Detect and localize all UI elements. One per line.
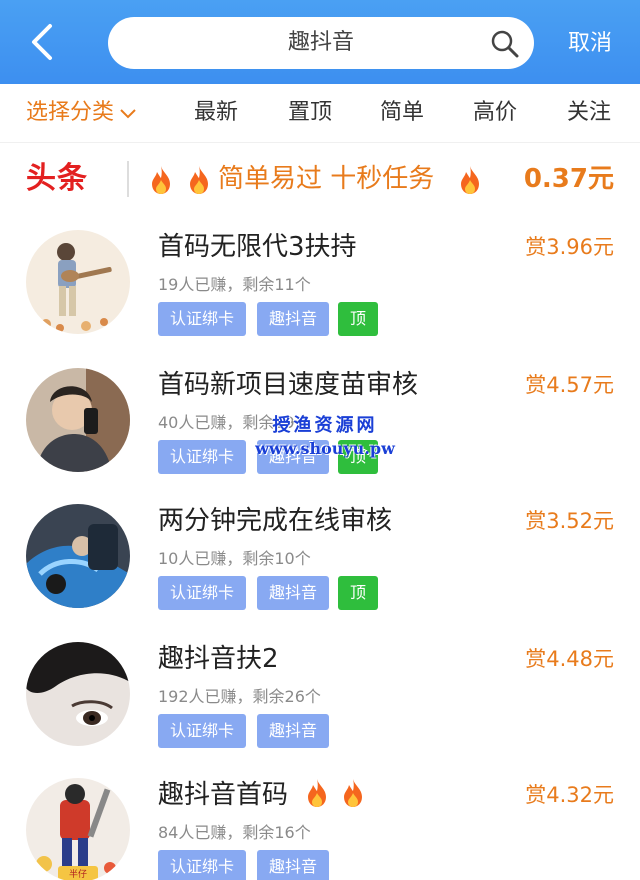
task-stats: 19人已赚，剩余11个 bbox=[158, 275, 311, 294]
fire-icon bbox=[461, 166, 479, 194]
back-arrow-icon[interactable] bbox=[24, 20, 64, 64]
tab-label: 选择分类 bbox=[26, 100, 115, 125]
tab-simple[interactable]: 简单 bbox=[380, 84, 424, 142]
pin-badge: 顶 bbox=[338, 576, 378, 610]
headline-banner[interactable]: 头条 简单易过 十秒任务 0.37元 bbox=[0, 142, 640, 214]
task-reward: 赏3.52元 bbox=[525, 509, 614, 533]
fire-icon bbox=[190, 166, 208, 194]
watermark-name: 授渔资源网 bbox=[272, 415, 378, 436]
avatar bbox=[26, 368, 130, 472]
tag-app-name: 趣抖音 bbox=[257, 714, 330, 748]
tag-app-name: 趣抖音 bbox=[257, 302, 330, 336]
fire-icon bbox=[344, 779, 362, 807]
task-reward: 赏4.32元 bbox=[525, 783, 614, 807]
tab-follow[interactable]: 关注 bbox=[567, 84, 611, 142]
tab-select-category[interactable]: 选择分类 bbox=[26, 84, 138, 142]
task-stats: 192人已赚，剩余26个 bbox=[158, 687, 321, 706]
task-title: 首码新项目速度苗审核 bbox=[158, 370, 419, 400]
tag-verify-card: 认证绑卡 bbox=[158, 850, 247, 880]
task-title: 两分钟完成在线审核 bbox=[158, 506, 393, 536]
category-tab-bar: 选择分类 最新 置顶 简单 高价 关注 bbox=[0, 84, 640, 142]
tag-app-name: 趣抖音 bbox=[257, 576, 330, 610]
headline-price: 0.37元 bbox=[523, 164, 614, 194]
top-bar: 趣抖音 取消 bbox=[0, 0, 640, 84]
search-box[interactable]: 趣抖音 bbox=[108, 17, 534, 69]
avatar bbox=[26, 504, 130, 608]
task-reward: 赏4.48元 bbox=[525, 647, 614, 671]
fire-icon bbox=[152, 166, 170, 194]
tag-verify-card: 认证绑卡 bbox=[158, 576, 247, 610]
fire-icon bbox=[308, 779, 326, 807]
search-input[interactable]: 趣抖音 bbox=[108, 17, 534, 69]
tag-app-name: 趣抖音 bbox=[257, 850, 330, 880]
task-reward: 赏4.57元 bbox=[525, 373, 614, 397]
task-title: 趣抖音首码 bbox=[158, 780, 289, 810]
watermark-url: www.shouyu.pw bbox=[255, 439, 395, 458]
task-stats: 84人已赚，剩余16个 bbox=[158, 823, 311, 842]
task-item[interactable]: 半仔 趣抖音首码 赏4.32元 84人已赚，剩余16个 认证绑卡 趣抖音 bbox=[0, 764, 640, 880]
tab-pinned[interactable]: 置顶 bbox=[288, 84, 332, 142]
tab-newest[interactable]: 最新 bbox=[194, 84, 238, 142]
tag-verify-card: 认证绑卡 bbox=[158, 714, 247, 748]
tag-verify-card: 认证绑卡 bbox=[158, 302, 247, 336]
task-stats: 10人已赚，剩余10个 bbox=[158, 549, 311, 568]
divider bbox=[127, 161, 129, 197]
task-title: 趣抖音扶2 bbox=[158, 644, 279, 674]
headline-tag: 头条 bbox=[26, 161, 88, 196]
chevron-down-icon bbox=[120, 109, 136, 119]
task-title: 首码无限代3扶持 bbox=[158, 232, 357, 262]
search-icon[interactable] bbox=[490, 29, 520, 59]
task-reward: 赏3.96元 bbox=[525, 235, 614, 259]
avatar bbox=[26, 642, 130, 746]
task-item[interactable]: 趣抖音扶2 赏4.48元 192人已赚，剩余26个 认证绑卡 趣抖音 bbox=[0, 628, 640, 766]
task-item[interactable]: 两分钟完成在线审核 赏3.52元 10人已赚，剩余10个 认证绑卡 趣抖音 顶 bbox=[0, 490, 640, 628]
cancel-button[interactable]: 取消 bbox=[568, 24, 612, 64]
headline-text: 简单易过 十秒任务 bbox=[218, 164, 435, 194]
tab-high-price[interactable]: 高价 bbox=[473, 84, 517, 142]
avatar bbox=[26, 230, 130, 334]
pin-badge: 顶 bbox=[338, 302, 378, 336]
watermark: 授渔资源网 www.shouyu.pw bbox=[250, 414, 400, 460]
avatar: 半仔 bbox=[26, 778, 130, 880]
avatar-badge: 半仔 bbox=[69, 868, 87, 880]
tag-verify-card: 认证绑卡 bbox=[158, 440, 247, 474]
task-item[interactable]: 首码无限代3扶持 赏3.96元 19人已赚，剩余11个 认证绑卡 趣抖音 顶 bbox=[0, 216, 640, 354]
